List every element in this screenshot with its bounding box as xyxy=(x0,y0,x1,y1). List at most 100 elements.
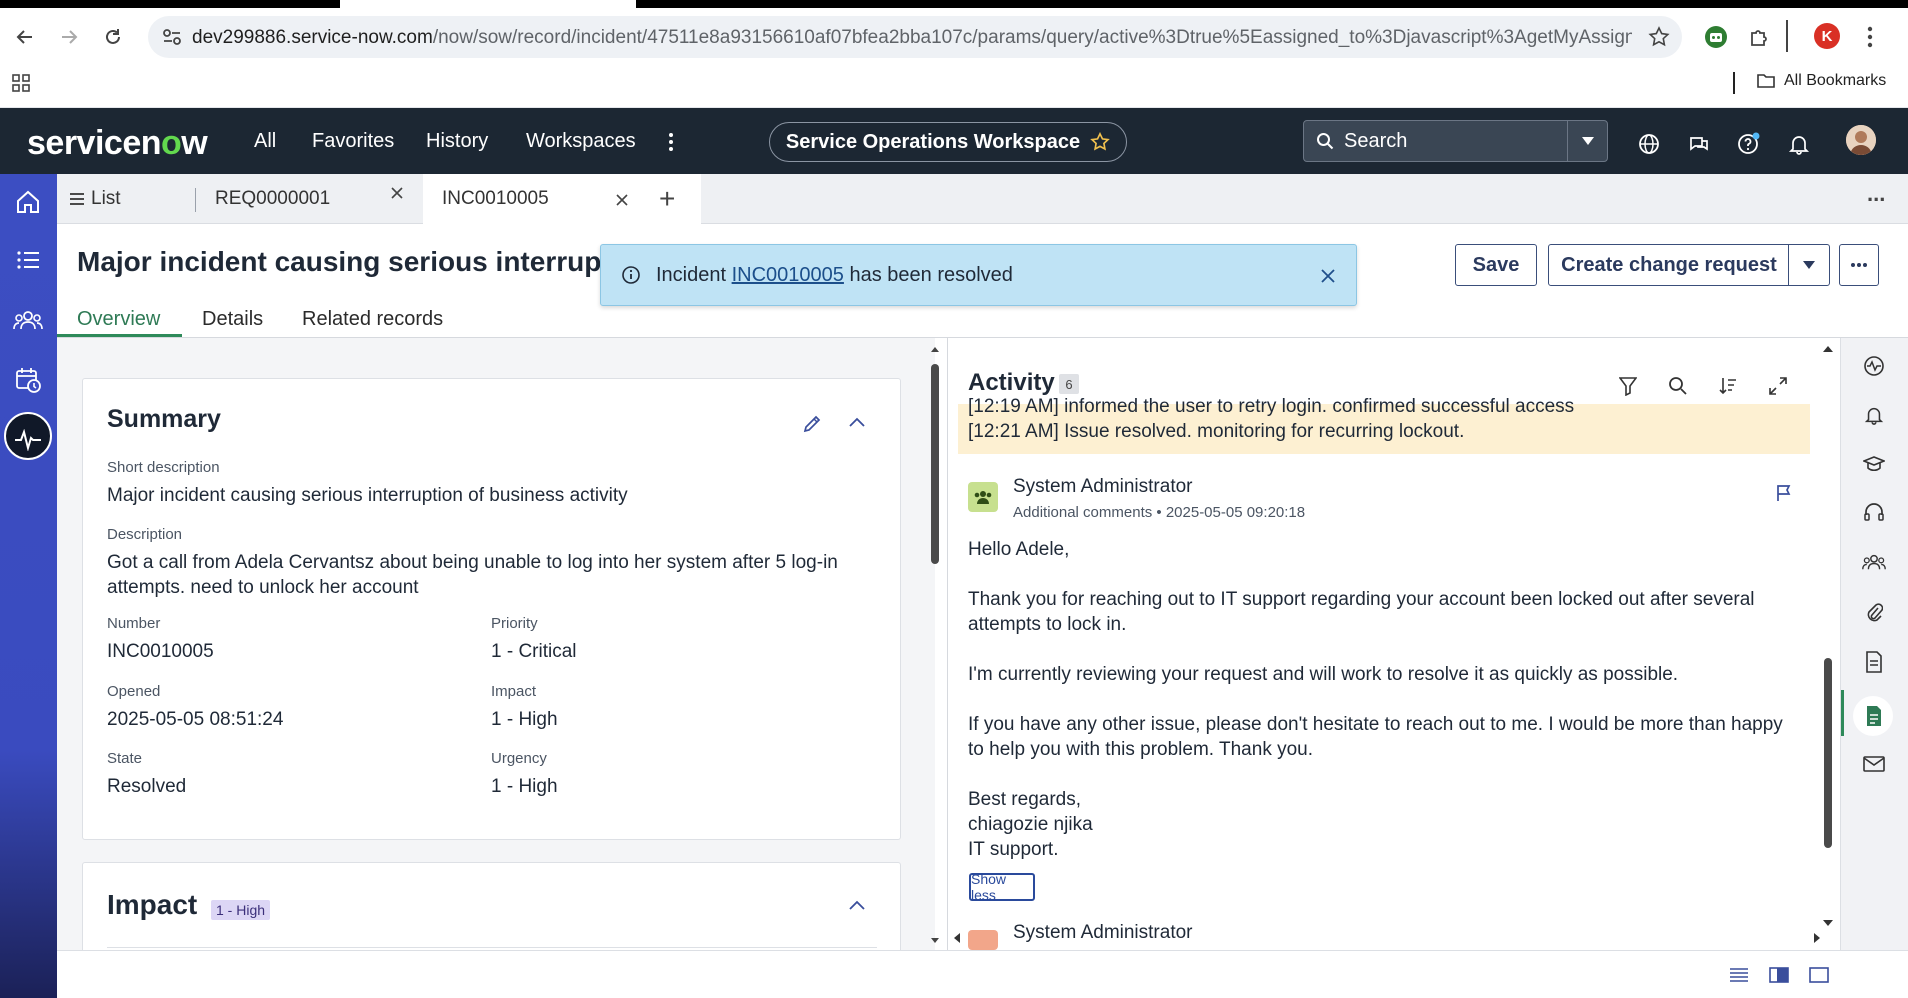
priority-label: Priority xyxy=(491,615,538,632)
close-tab-inc-icon[interactable] xyxy=(615,193,629,207)
tabs-overflow-button[interactable]: ... xyxy=(1867,181,1885,207)
reload-button[interactable] xyxy=(98,22,128,52)
apps-grid-icon[interactable] xyxy=(10,72,32,94)
menu-icon xyxy=(70,193,84,205)
subtab-related-records[interactable]: Related records xyxy=(302,308,443,331)
search-placeholder: Search xyxy=(1344,129,1408,152)
tab-strip-segment xyxy=(0,0,340,8)
url-text: dev299886.service-now.com/now/sow/record… xyxy=(192,27,1632,49)
bookmarks-divider xyxy=(1733,72,1735,94)
activity-pulse-icon[interactable] xyxy=(1860,352,1888,380)
tab-strip-segment xyxy=(636,0,1908,8)
nav-more-icon[interactable] xyxy=(668,132,674,152)
knowledge-cap-icon[interactable] xyxy=(1860,450,1888,478)
add-tab-button[interactable]: + xyxy=(659,183,675,215)
workspace-switcher[interactable]: Service Operations Workspace xyxy=(769,122,1127,162)
nav-history[interactable]: History xyxy=(426,130,488,153)
url-path: /now/sow/record/incident/47511e8a9315661… xyxy=(432,27,1632,48)
priority-value: 1 - Critical xyxy=(491,641,577,662)
forward-button[interactable] xyxy=(54,22,84,52)
global-search[interactable]: Search xyxy=(1303,120,1608,162)
opened-value: 2025-05-05 08:51:24 xyxy=(107,709,284,730)
activity-scrollbar[interactable] xyxy=(1821,342,1835,934)
close-toast-icon[interactable] xyxy=(1320,268,1336,284)
short-description-label: Short description xyxy=(107,459,220,476)
toast-prefix: Incident xyxy=(656,264,732,286)
home-icon[interactable] xyxy=(12,186,44,218)
browser-menu-icon[interactable] xyxy=(1860,24,1880,50)
nav-workspaces[interactable]: Workspaces xyxy=(526,130,636,153)
toast-message: Incident INC0010005 has been resolved xyxy=(656,264,1013,287)
back-button[interactable] xyxy=(10,22,40,52)
profile-avatar[interactable]: K xyxy=(1814,23,1840,49)
overview-scrollbar[interactable] xyxy=(929,344,941,944)
sort-icon[interactable] xyxy=(1716,374,1740,398)
all-bookmarks-button[interactable]: All Bookmarks xyxy=(1756,72,1886,90)
chat-icon[interactable] xyxy=(1687,132,1711,156)
servicenow-top-nav: servicenow All Favorites History Workspa… xyxy=(0,108,1908,174)
create-change-request-button[interactable]: Create change request xyxy=(1548,244,1790,286)
filter-icon[interactable] xyxy=(1616,374,1640,398)
rail-groups-icon[interactable] xyxy=(1860,548,1888,576)
extensions-puzzle-icon[interactable] xyxy=(1746,24,1772,50)
search-scope-dropdown[interactable] xyxy=(1567,121,1607,161)
groups-icon[interactable] xyxy=(12,304,44,336)
headset-icon[interactable] xyxy=(1860,499,1888,527)
attachment-icon[interactable] xyxy=(1860,598,1888,626)
work-note-line-2: [12:21 AM] Issue resolved. monitoring fo… xyxy=(968,421,1465,442)
state-value: Resolved xyxy=(107,776,187,797)
layout-list-icon[interactable] xyxy=(1729,967,1749,983)
rail-notifications-icon[interactable] xyxy=(1860,401,1888,429)
user-avatar[interactable] xyxy=(1846,125,1876,155)
layout-split-icon[interactable] xyxy=(1769,967,1789,983)
form-sheet-icon[interactable] xyxy=(1860,702,1888,730)
help-icon[interactable] xyxy=(1737,132,1761,156)
extension-icon[interactable] xyxy=(1703,24,1729,50)
summary-title: Summary xyxy=(107,405,221,433)
flag-icon[interactable] xyxy=(1776,484,1792,502)
collapse-impact-chevron-icon[interactable] xyxy=(848,899,866,911)
tab-list[interactable]: List xyxy=(69,174,209,224)
activity-search-icon[interactable] xyxy=(1666,374,1690,398)
more-actions-button[interactable] xyxy=(1839,244,1879,286)
nav-all[interactable]: All xyxy=(254,130,276,153)
info-icon xyxy=(621,265,641,285)
browser-chrome: dev299886.service-now.com/now/sow/record… xyxy=(0,0,1908,108)
tab-list-label: List xyxy=(91,188,121,209)
change-request-dropdown[interactable] xyxy=(1788,244,1830,286)
activity-horizontal-scrollbar[interactable] xyxy=(952,930,1832,946)
save-button[interactable]: Save xyxy=(1455,244,1537,286)
bookmark-star-icon[interactable] xyxy=(1648,26,1670,48)
impact-label: Impact xyxy=(491,683,537,700)
close-tab-req-icon[interactable] xyxy=(390,186,404,200)
site-info-icon[interactable] xyxy=(162,28,182,46)
opened-label: Opened xyxy=(107,683,161,700)
subtab-active-indicator xyxy=(57,334,182,337)
servicenow-logo[interactable]: servicenow xyxy=(27,124,208,163)
work-note-line-1: [12:19 AM] informed the user to retry lo… xyxy=(968,396,1575,417)
layout-single-icon[interactable] xyxy=(1809,967,1829,983)
edit-pencil-icon[interactable] xyxy=(801,413,823,435)
toast-incident-link[interactable]: INC0010005 xyxy=(732,264,844,286)
expand-icon[interactable] xyxy=(1766,374,1790,398)
subtab-details[interactable]: Details xyxy=(202,308,263,331)
short-description-value: Major incident causing serious interrupt… xyxy=(107,485,628,506)
list-icon[interactable] xyxy=(12,244,44,276)
email-icon[interactable] xyxy=(1860,750,1888,778)
nav-favorites[interactable]: Favorites xyxy=(312,130,394,153)
globe-icon[interactable] xyxy=(1637,132,1661,156)
impact-value: 1 - High xyxy=(491,709,558,730)
pulse-icon[interactable] xyxy=(12,424,44,456)
notifications-bell-icon[interactable] xyxy=(1787,132,1811,156)
comment-author[interactable]: System Administrator xyxy=(1013,476,1193,498)
tab-divider xyxy=(195,188,196,212)
tab-inc-label: INC0010005 xyxy=(442,188,549,209)
show-less-button[interactable]: Show less xyxy=(969,871,1035,903)
workspace-name: Service Operations Workspace xyxy=(785,130,1081,153)
calendar-clock-icon[interactable] xyxy=(12,364,44,396)
collapse-chevron-icon[interactable] xyxy=(848,416,866,428)
document-icon[interactable] xyxy=(1860,648,1888,676)
subtab-overview[interactable]: Overview xyxy=(77,308,160,331)
arrow-left-icon xyxy=(16,30,32,44)
address-bar[interactable]: dev299886.service-now.com/now/sow/record… xyxy=(148,16,1682,58)
